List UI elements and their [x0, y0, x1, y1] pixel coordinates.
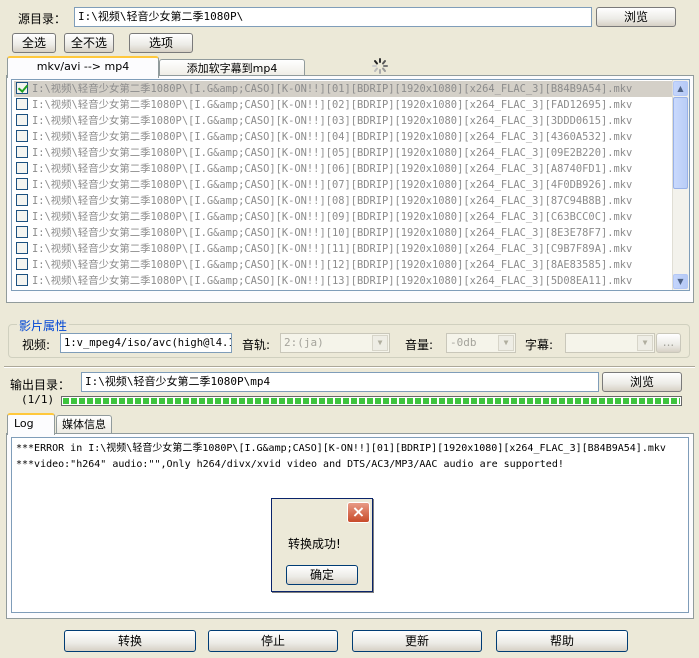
- file-checkbox[interactable]: [16, 146, 28, 158]
- file-checkbox[interactable]: [16, 194, 28, 206]
- file-list-item[interactable]: I:\视频\轻音少女第二季1080P\[I.G&amp;CASO][K-ON!!…: [14, 129, 632, 145]
- tab-media-info[interactable]: 媒体信息: [56, 415, 112, 435]
- source-browse-button[interactable]: 浏览: [596, 7, 676, 27]
- conversion-progress-bar: [61, 396, 682, 406]
- file-name: I:\视频\轻音少女第二季1080P\[I.G&amp;CASO][K-ON!!…: [32, 179, 633, 191]
- volume-value: -0db: [450, 336, 477, 349]
- file-list[interactable]: I:\视频\轻音少女第二季1080P\[I.G&amp;CASO][K-ON!!…: [11, 79, 690, 291]
- file-name: I:\视频\轻音少女第二季1080P\[I.G&amp;CASO][K-ON!!…: [32, 163, 633, 175]
- options-button[interactable]: 选项: [129, 33, 193, 53]
- file-name: I:\视频\轻音少女第二季1080P\[I.G&amp;CASO][K-ON!!…: [32, 243, 633, 255]
- source-label: 源目录：: [18, 12, 67, 26]
- audio-label: 音轨:: [242, 338, 271, 352]
- file-list-item[interactable]: I:\视频\轻音少女第二季1080P\[I.G&amp;CASO][K-ON!!…: [14, 81, 673, 97]
- file-name: I:\视频\轻音少女第二季1080P\[I.G&amp;CASO][K-ON!!…: [32, 99, 633, 111]
- select-none-button[interactable]: 全不选: [64, 33, 114, 53]
- file-name: I:\视频\轻音少女第二季1080P\[I.G&amp;CASO][K-ON!!…: [32, 275, 633, 287]
- audio-track-value: 2:(ja): [284, 336, 324, 349]
- source-path-input[interactable]: I:\视频\轻音少女第二季1080P\: [74, 7, 592, 27]
- log-line-error: ***ERROR in I:\视频\轻音少女第二季1080P\[I.G&amp;…: [16, 443, 666, 454]
- scroll-down-icon[interactable]: ▼: [673, 274, 688, 289]
- volume-label: 音量:: [405, 338, 434, 352]
- file-checkbox[interactable]: [16, 258, 28, 270]
- file-list-item[interactable]: I:\视频\轻音少女第二季1080P\[I.G&amp;CASO][K-ON!!…: [14, 241, 632, 257]
- section-divider: [4, 366, 695, 368]
- scroll-thumb[interactable]: [673, 97, 688, 189]
- subtitle-browse-button[interactable]: ...: [656, 333, 681, 353]
- file-checkbox[interactable]: [16, 98, 28, 110]
- dialog-message: 转换成功!: [288, 537, 341, 551]
- video-label: 视频:: [22, 338, 51, 352]
- subtitle-select[interactable]: ▼: [565, 333, 655, 353]
- file-checkbox[interactable]: [16, 178, 28, 190]
- file-checkbox[interactable]: [16, 210, 28, 222]
- success-dialog: × 转换成功! 确定: [271, 498, 373, 592]
- file-list-item[interactable]: I:\视频\轻音少女第二季1080P\[I.G&amp;CASO][K-ON!!…: [14, 273, 632, 289]
- select-all-button[interactable]: 全选: [12, 33, 56, 53]
- help-button[interactable]: 帮助: [496, 630, 628, 652]
- file-checkbox[interactable]: [16, 242, 28, 254]
- file-name: I:\视频\轻音少女第二季1080P\[I.G&amp;CASO][K-ON!!…: [32, 259, 633, 271]
- file-list-item[interactable]: I:\视频\轻音少女第二季1080P\[I.G&amp;CASO][K-ON!!…: [14, 145, 632, 161]
- file-list-item[interactable]: I:\视频\轻音少女第二季1080P\[I.G&amp;CASO][K-ON!!…: [14, 161, 632, 177]
- close-icon[interactable]: ×: [347, 502, 370, 523]
- file-checkbox[interactable]: [16, 274, 28, 286]
- dialog-ok-button[interactable]: 确定: [286, 565, 358, 585]
- properties-group-title: 影片属性: [17, 317, 70, 334]
- update-button[interactable]: 更新: [352, 630, 482, 652]
- output-path-input[interactable]: I:\视频\轻音少女第二季1080P\mp4: [81, 372, 599, 392]
- stop-button[interactable]: 停止: [208, 630, 338, 652]
- file-name: I:\视频\轻音少女第二季1080P\[I.G&amp;CASO][K-ON!!…: [32, 195, 633, 207]
- progress-counter: (1/1): [21, 393, 55, 406]
- progress-fill: [63, 398, 680, 404]
- file-checkbox[interactable]: [16, 114, 28, 126]
- loading-spinner-icon: [372, 58, 388, 74]
- tab-log[interactable]: Log: [7, 413, 55, 435]
- chevron-down-icon: ▼: [637, 335, 653, 351]
- file-checkbox[interactable]: [16, 226, 28, 238]
- video-track-field[interactable]: 1:v_mpeg4/iso/avc(high@l4.1): [60, 333, 232, 353]
- file-list-item[interactable]: I:\视频\轻音少女第二季1080P\[I.G&amp;CASO][K-ON!!…: [14, 177, 632, 193]
- file-name: I:\视频\轻音少女第二季1080P\[I.G&amp;CASO][K-ON!!…: [32, 227, 633, 239]
- subtitle-label: 字幕:: [525, 338, 554, 352]
- volume-select[interactable]: -0db ▼: [446, 333, 516, 353]
- audio-track-select[interactable]: 2:(ja) ▼: [280, 333, 390, 353]
- chevron-down-icon: ▼: [372, 335, 388, 351]
- file-list-item[interactable]: I:\视频\轻音少女第二季1080P\[I.G&amp;CASO][K-ON!!…: [14, 97, 632, 113]
- file-name: I:\视频\轻音少女第二季1080P\[I.G&amp;CASO][K-ON!!…: [32, 83, 633, 95]
- file-checkbox[interactable]: [16, 82, 28, 94]
- output-browse-button[interactable]: 浏览: [602, 372, 682, 392]
- chevron-down-icon: ▼: [498, 335, 514, 351]
- file-list-item[interactable]: I:\视频\轻音少女第二季1080P\[I.G&amp;CASO][K-ON!!…: [14, 193, 632, 209]
- file-list-item[interactable]: I:\视频\轻音少女第二季1080P\[I.G&amp;CASO][K-ON!!…: [14, 209, 632, 225]
- file-checkbox[interactable]: [16, 130, 28, 142]
- output-label: 输出目录：: [10, 378, 71, 392]
- file-name: I:\视频\轻音少女第二季1080P\[I.G&amp;CASO][K-ON!!…: [32, 131, 633, 143]
- file-list-item[interactable]: I:\视频\轻音少女第二季1080P\[I.G&amp;CASO][K-ON!!…: [14, 257, 632, 273]
- file-name: I:\视频\轻音少女第二季1080P\[I.G&amp;CASO][K-ON!!…: [32, 211, 633, 223]
- log-line-detail: ***video:"h264" audio:"",Only h264/divx/…: [16, 459, 564, 470]
- tab-mkv-to-mp4[interactable]: mkv/avi --> mp4: [7, 56, 159, 78]
- file-list-item[interactable]: I:\视频\轻音少女第二季1080P\[I.G&amp;CASO][K-ON!!…: [14, 225, 632, 241]
- file-name: I:\视频\轻音少女第二季1080P\[I.G&amp;CASO][K-ON!!…: [32, 115, 633, 127]
- convert-button[interactable]: 转换: [64, 630, 196, 652]
- scroll-up-icon[interactable]: ▲: [673, 81, 688, 96]
- file-list-item[interactable]: I:\视频\轻音少女第二季1080P\[I.G&amp;CASO][K-ON!!…: [14, 113, 632, 129]
- file-name: I:\视频\轻音少女第二季1080P\[I.G&amp;CASO][K-ON!!…: [32, 147, 633, 159]
- file-checkbox[interactable]: [16, 162, 28, 174]
- file-list-scrollbar[interactable]: ▲ ▼: [672, 80, 689, 290]
